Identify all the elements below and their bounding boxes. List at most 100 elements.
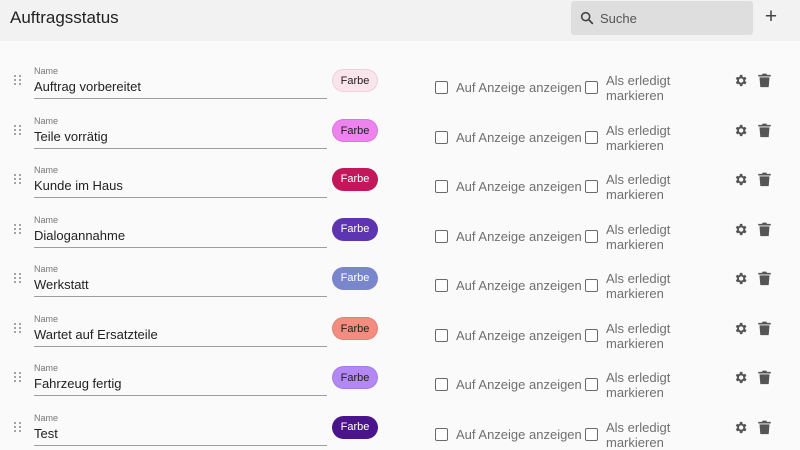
name-label: Name <box>34 66 59 76</box>
name-field-underline <box>34 98 327 99</box>
name-label: Name <box>34 413 59 423</box>
add-status-button[interactable]: + <box>762 6 780 27</box>
status-row: Name Test Farbe Auf Anzeige anzeigen Als… <box>0 409 800 450</box>
show-on-display-checkbox[interactable] <box>435 279 448 292</box>
color-button[interactable]: Farbe <box>332 366 378 389</box>
status-row: Name Dialogannahme Farbe Auf Anzeige anz… <box>0 211 800 260</box>
trash-icon[interactable] <box>758 123 771 138</box>
name-label: Name <box>34 314 59 324</box>
drag-handle-icon[interactable] <box>14 75 24 87</box>
search-input[interactable]: Suche <box>600 11 637 26</box>
show-on-display-label: Auf Anzeige anzeigen <box>456 80 582 95</box>
gear-icon[interactable] <box>733 271 748 286</box>
gear-icon[interactable] <box>733 321 748 336</box>
trash-icon[interactable] <box>758 271 771 286</box>
mark-done-checkbox[interactable] <box>585 329 598 342</box>
show-on-display-label: Auf Anzeige anzeigen <box>456 179 582 194</box>
drag-handle-icon[interactable] <box>14 422 24 434</box>
name-field[interactable]: Kunde im Haus <box>34 178 123 193</box>
mark-done-label: Als erledigt markieren <box>606 222 671 252</box>
show-on-display-label: Auf Anzeige anzeigen <box>456 427 582 442</box>
trash-icon[interactable] <box>758 370 771 385</box>
mark-done-checkbox[interactable] <box>585 81 598 94</box>
gear-icon[interactable] <box>733 172 748 187</box>
trash-icon[interactable] <box>758 222 771 237</box>
drag-handle-icon[interactable] <box>14 372 24 384</box>
name-label: Name <box>34 264 59 274</box>
mark-done-checkbox[interactable] <box>585 428 598 441</box>
color-button[interactable]: Farbe <box>332 218 378 241</box>
mark-done-label: Als erledigt markieren <box>606 420 671 450</box>
drag-handle-icon[interactable] <box>14 273 24 285</box>
drag-handle-icon[interactable] <box>14 125 24 137</box>
mark-done-checkbox[interactable] <box>585 378 598 391</box>
show-on-display-checkbox[interactable] <box>435 81 448 94</box>
mark-done-label: Als erledigt markieren <box>606 370 671 400</box>
search-icon <box>580 11 594 25</box>
show-on-display-label: Auf Anzeige anzeigen <box>456 278 582 293</box>
gear-icon[interactable] <box>733 370 748 385</box>
name-label: Name <box>34 363 59 373</box>
name-label: Name <box>34 215 59 225</box>
gear-icon[interactable] <box>733 73 748 88</box>
show-on-display-checkbox[interactable] <box>435 230 448 243</box>
show-on-display-label: Auf Anzeige anzeigen <box>456 130 582 145</box>
name-field[interactable]: Test <box>34 426 58 441</box>
show-on-display-label: Auf Anzeige anzeigen <box>456 328 582 343</box>
mark-done-checkbox[interactable] <box>585 180 598 193</box>
color-button[interactable]: Farbe <box>332 317 378 340</box>
name-field[interactable]: Teile vorrätig <box>34 129 108 144</box>
gear-icon[interactable] <box>733 123 748 138</box>
drag-handle-icon[interactable] <box>14 174 24 186</box>
mark-done-label: Als erledigt markieren <box>606 172 671 202</box>
status-row: Name Werkstatt Farbe Auf Anzeige anzeige… <box>0 260 800 309</box>
name-field-underline <box>34 148 327 149</box>
gear-icon[interactable] <box>733 222 748 237</box>
show-on-display-label: Auf Anzeige anzeigen <box>456 377 582 392</box>
search-box[interactable]: Suche <box>571 1 753 35</box>
name-field[interactable]: Werkstatt <box>34 277 89 292</box>
trash-icon[interactable] <box>758 172 771 187</box>
show-on-display-checkbox[interactable] <box>435 180 448 193</box>
mark-done-label: Als erledigt markieren <box>606 321 671 351</box>
drag-handle-icon[interactable] <box>14 224 24 236</box>
color-button[interactable]: Farbe <box>332 119 378 142</box>
show-on-display-checkbox[interactable] <box>435 131 448 144</box>
name-field[interactable]: Auftrag vorbereitet <box>34 79 141 94</box>
trash-icon[interactable] <box>758 73 771 88</box>
mark-done-label: Als erledigt markieren <box>606 271 671 301</box>
name-field-underline <box>34 296 327 297</box>
name-field-underline <box>34 395 327 396</box>
mark-done-checkbox[interactable] <box>585 279 598 292</box>
name-field-underline <box>34 346 327 347</box>
gear-icon[interactable] <box>733 420 748 435</box>
mark-done-label: Als erledigt markieren <box>606 73 671 103</box>
show-on-display-checkbox[interactable] <box>435 378 448 391</box>
color-button[interactable]: Farbe <box>332 168 378 191</box>
show-on-display-checkbox[interactable] <box>435 329 448 342</box>
color-button[interactable]: Farbe <box>332 69 378 92</box>
page-title: Auftragsstatus <box>10 8 119 27</box>
status-row: Name Fahrzeug fertig Farbe Auf Anzeige a… <box>0 359 800 408</box>
name-label: Name <box>34 116 59 126</box>
show-on-display-label: Auf Anzeige anzeigen <box>456 229 582 244</box>
name-field-underline <box>34 445 327 446</box>
mark-done-checkbox[interactable] <box>585 131 598 144</box>
mark-done-checkbox[interactable] <box>585 230 598 243</box>
status-row: Name Wartet auf Ersatzteile Farbe Auf An… <box>0 310 800 359</box>
name-label: Name <box>34 165 59 175</box>
name-field[interactable]: Wartet auf Ersatzteile <box>34 327 158 342</box>
header-bar: Auftragsstatus Suche + <box>0 0 800 41</box>
name-field[interactable]: Fahrzeug fertig <box>34 376 121 391</box>
drag-handle-icon[interactable] <box>14 323 24 335</box>
color-button[interactable]: Farbe <box>332 267 378 290</box>
trash-icon[interactable] <box>758 420 771 435</box>
trash-icon[interactable] <box>758 321 771 336</box>
show-on-display-checkbox[interactable] <box>435 428 448 441</box>
name-field[interactable]: Dialogannahme <box>34 228 125 243</box>
mark-done-label: Als erledigt markieren <box>606 123 671 153</box>
color-button[interactable]: Farbe <box>332 416 378 439</box>
name-field-underline <box>34 247 327 248</box>
status-row: Name Kunde im Haus Farbe Auf Anzeige anz… <box>0 161 800 210</box>
status-row: Name Auftrag vorbereitet Farbe Auf Anzei… <box>0 62 800 111</box>
